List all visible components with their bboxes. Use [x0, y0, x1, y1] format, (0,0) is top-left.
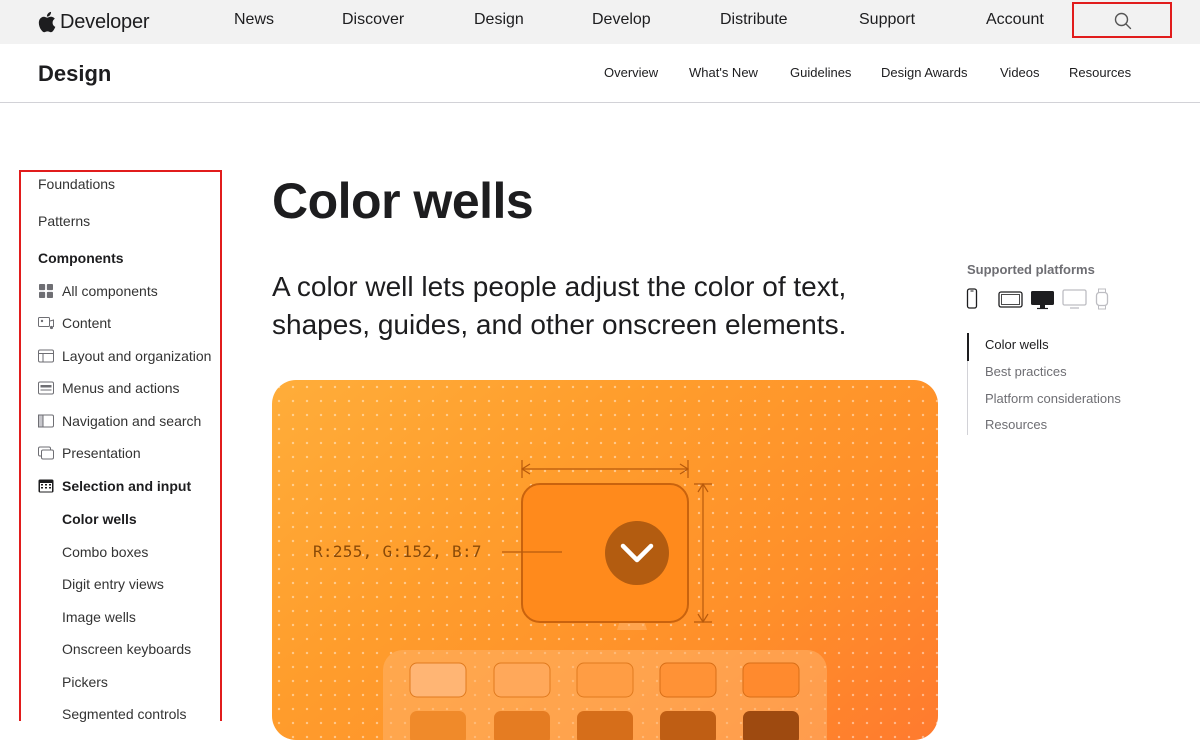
watch-icon — [1094, 288, 1126, 310]
sidebar-item-presentation[interactable]: Presentation — [38, 445, 141, 461]
sidebar-item-foundations[interactable]: Foundations — [38, 176, 115, 192]
supported-platforms-title: Supported platforms — [967, 262, 1095, 277]
sidebar-item-label: All components — [62, 283, 158, 299]
menu-icon — [38, 381, 54, 395]
search-button[interactable] — [1072, 2, 1172, 38]
toc-active-marker — [967, 333, 969, 361]
sidebar-item-label: Layout and organization — [62, 348, 212, 364]
sidebar-item-color-wells[interactable]: Color wells — [62, 511, 137, 527]
localnav-overview[interactable]: Overview — [604, 65, 658, 80]
toc-item-color-wells[interactable]: Color wells — [985, 337, 1049, 352]
sidebar-item-menus[interactable]: Menus and actions — [38, 380, 180, 396]
section-title[interactable]: Design — [38, 61, 111, 87]
platform-icons — [966, 288, 1126, 310]
table-of-contents: Color wells Best practices Platform cons… — [967, 333, 1168, 435]
sidebar-item-image-wells[interactable]: Image wells — [62, 609, 136, 625]
localnav-guidelines[interactable]: Guidelines — [790, 65, 851, 80]
page-title: Color wells — [272, 173, 534, 229]
global-nav: Developer News Discover Design Develop D… — [0, 0, 1200, 44]
sidebar-item-selection-input[interactable]: Selection and input — [38, 478, 191, 494]
nav-discover[interactable]: Discover — [342, 11, 404, 29]
toc-item-best-practices[interactable]: Best practices — [985, 364, 1067, 379]
apple-logo-icon — [38, 11, 56, 33]
sidebar-item-segmented-controls[interactable]: Segmented controls — [62, 706, 187, 722]
sidebar-item-content[interactable]: Content — [38, 315, 111, 331]
sidebar-item-pickers[interactable]: Pickers — [62, 674, 108, 690]
sidebar-item-all-components[interactable]: All components — [38, 283, 158, 299]
windows-icon — [38, 446, 54, 460]
sidebar-item-label: Selection and input — [62, 478, 192, 494]
toc-item-platform-considerations[interactable]: Platform considerations — [985, 391, 1121, 406]
localnav-videos[interactable]: Videos — [1000, 65, 1040, 80]
layout-icon — [38, 349, 54, 363]
color-well-button — [605, 521, 669, 585]
localnav-design-awards[interactable]: Design Awards — [881, 65, 967, 80]
sidebar-item-layout[interactable]: Layout and organization — [38, 348, 211, 364]
apple-developer-logo[interactable]: Developer — [38, 7, 150, 37]
sidebar-item-digit-entry-views[interactable]: Digit entry views — [62, 576, 164, 592]
toc-item-resources[interactable]: Resources — [985, 417, 1047, 432]
brand-label: Developer — [60, 10, 150, 33]
nav-develop[interactable]: Develop — [592, 11, 651, 29]
width-dimension-line — [520, 460, 690, 478]
iphone-icon — [966, 288, 998, 310]
sidebar-icon — [38, 414, 54, 428]
calendar-icon — [38, 479, 54, 493]
localnav-resources[interactable]: Resources — [1069, 65, 1131, 80]
nav-news[interactable]: News — [234, 11, 274, 29]
nav-distribute[interactable]: Distribute — [720, 11, 788, 29]
sidebar-item-navigation[interactable]: Navigation and search — [38, 413, 201, 429]
sidebar-item-label: Menus and actions — [62, 380, 180, 396]
sidebar-item-combo-boxes[interactable]: Combo boxes — [62, 544, 148, 560]
rgb-value-label: R:255, G:152, B:7 — [313, 542, 482, 561]
height-dimension-line — [694, 482, 712, 624]
sidebar-heading-components[interactable]: Components — [38, 250, 124, 266]
sidebar-item-label: Presentation — [62, 445, 141, 461]
content-icon — [38, 317, 54, 330]
nav-design[interactable]: Design — [474, 11, 524, 29]
ipad-icon — [998, 288, 1030, 310]
mac-icon — [1030, 288, 1062, 310]
sidebar-item-patterns[interactable]: Patterns — [38, 213, 90, 229]
nav-support[interactable]: Support — [859, 11, 915, 29]
nav-account[interactable]: Account — [986, 11, 1044, 29]
tv-icon — [1062, 288, 1094, 310]
hero-illustration: R:255, G:152, B:7 — [272, 380, 938, 740]
grid-icon — [39, 284, 53, 298]
sidebar-item-label: Navigation and search — [62, 413, 202, 429]
sidebar-item-label: Content — [62, 315, 112, 331]
search-icon — [1114, 12, 1132, 30]
sidebar-item-onscreen-keyboards[interactable]: Onscreen keyboards — [62, 641, 191, 657]
local-nav: Design Overview What's New Guidelines De… — [0, 44, 1200, 103]
localnav-whats-new[interactable]: What's New — [689, 65, 758, 80]
page-lede: A color well lets people adjust the colo… — [272, 271, 847, 340]
